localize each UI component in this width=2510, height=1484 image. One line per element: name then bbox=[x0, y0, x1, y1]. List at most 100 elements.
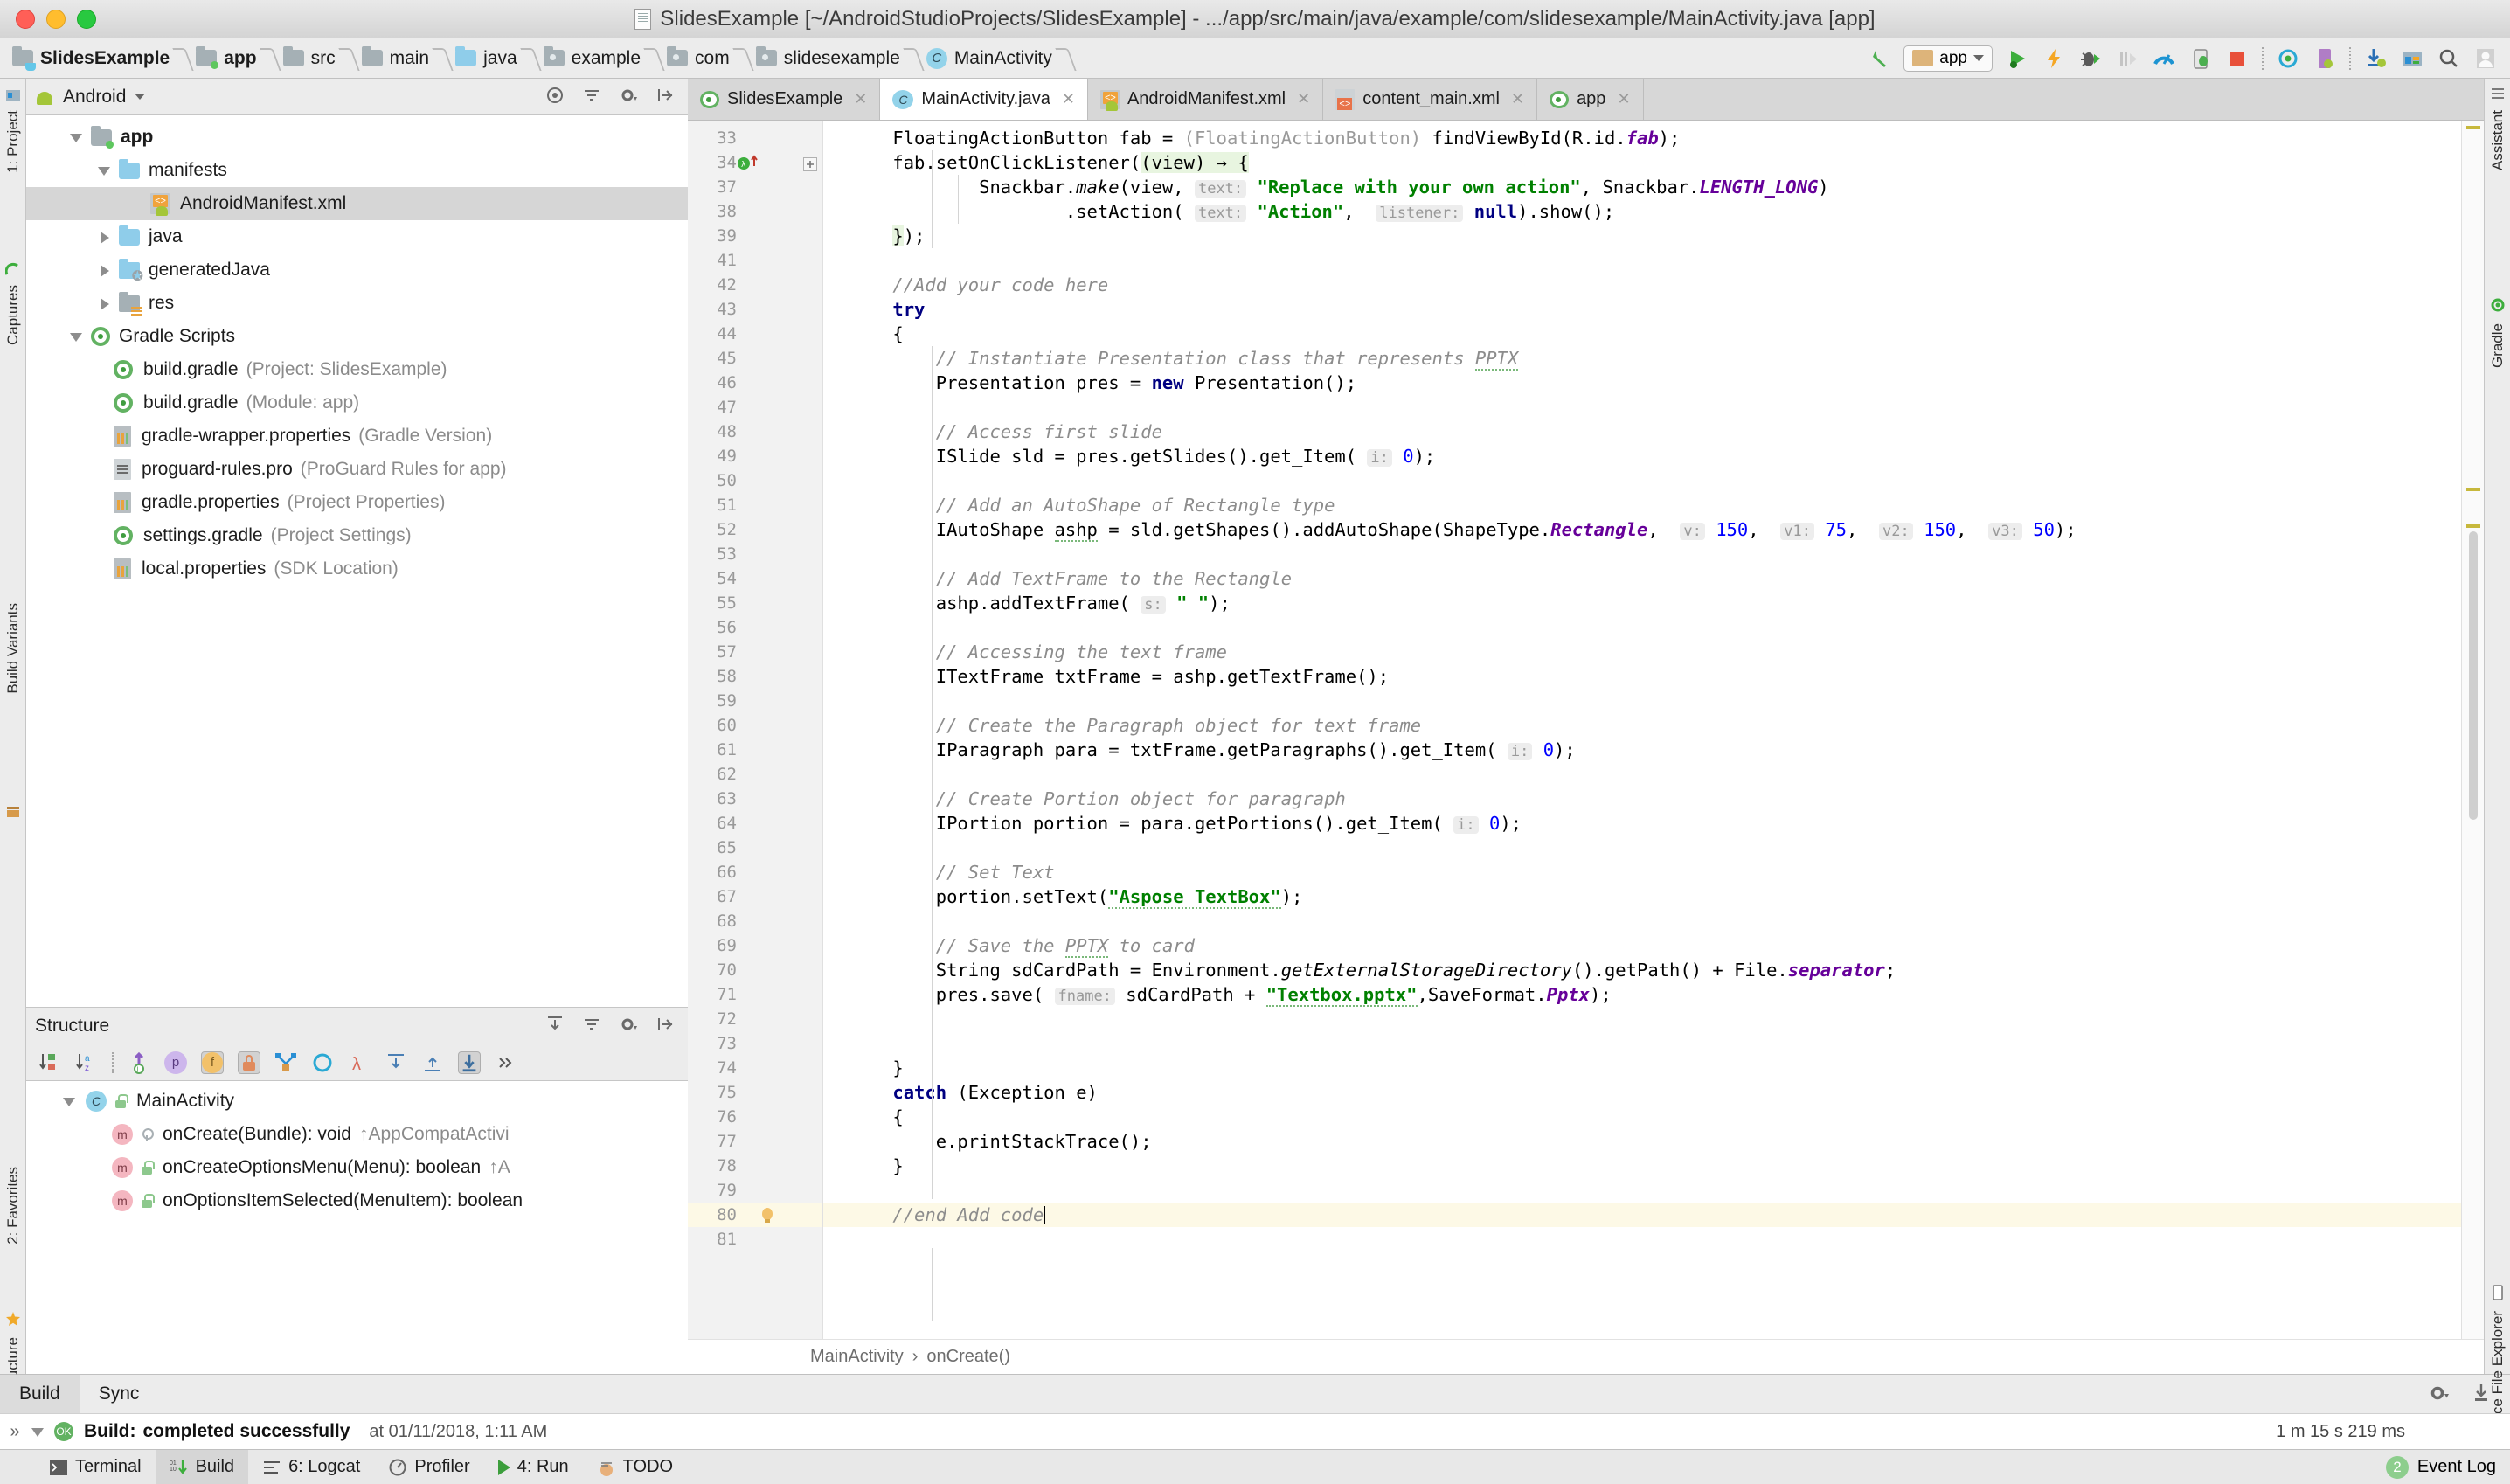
line-number[interactable]: 53 bbox=[688, 542, 822, 566]
code-fold-marker[interactable] bbox=[803, 157, 817, 171]
show-properties-icon[interactable]: p bbox=[164, 1051, 187, 1074]
code-content[interactable]: FloatingActionButton fab = (FloatingActi… bbox=[823, 121, 2461, 1339]
line-number[interactable]: 69 bbox=[688, 933, 822, 958]
code-line[interactable]: // Create the Paragraph object for text … bbox=[823, 713, 2461, 738]
more-icon[interactable] bbox=[495, 1051, 517, 1074]
run-icon[interactable] bbox=[2005, 46, 2029, 71]
chevron-down-icon[interactable] bbox=[135, 94, 146, 100]
expand-output-icon[interactable]: » bbox=[0, 1422, 30, 1442]
show-non-public-icon[interactable] bbox=[238, 1051, 260, 1074]
line-number[interactable]: 60 bbox=[688, 713, 822, 738]
hide-panel-icon[interactable] bbox=[2470, 1382, 2494, 1406]
code-line[interactable]: fab.setOnClickListener((view) → { bbox=[823, 150, 2461, 175]
profile-icon[interactable] bbox=[2152, 46, 2176, 71]
rail-label-project[interactable]: 1: Project bbox=[4, 110, 22, 173]
search-icon[interactable] bbox=[2437, 46, 2461, 71]
hide-panel-icon[interactable] bbox=[655, 1014, 679, 1038]
code-line[interactable] bbox=[823, 542, 2461, 566]
tab-androidmanifest-xml[interactable]: AndroidManifest.xml ✕ bbox=[1088, 79, 1324, 120]
breadcrumb-item-example[interactable]: example bbox=[543, 46, 641, 69]
editor-breadcrumb-method[interactable]: onCreate() bbox=[926, 1347, 1010, 1367]
code-line[interactable] bbox=[823, 395, 2461, 420]
line-number[interactable]: 43 bbox=[688, 297, 822, 322]
status-item-logcat[interactable]: 6: Logcat bbox=[248, 1450, 374, 1484]
chevron-down-icon[interactable] bbox=[61, 1093, 77, 1109]
tree-item-res[interactable]: res bbox=[26, 287, 688, 320]
rail-label-gradle[interactable]: Gradle bbox=[2489, 323, 2507, 368]
line-number[interactable]: 54 bbox=[688, 566, 822, 591]
line-number[interactable]: 39 bbox=[688, 224, 822, 248]
line-number[interactable]: 52 bbox=[688, 517, 822, 542]
line-number[interactable]: 71 bbox=[688, 982, 822, 1007]
warning-marker[interactable] bbox=[2466, 488, 2480, 491]
line-number[interactable]: 33 bbox=[688, 126, 822, 150]
tree-item-gradle-properties[interactable]: gradle.properties (Project Properties) bbox=[26, 486, 688, 519]
stop-icon[interactable] bbox=[2225, 46, 2250, 71]
line-number[interactable]: 72 bbox=[688, 1007, 822, 1031]
breadcrumb-item-java[interactable]: java bbox=[455, 46, 517, 69]
chevron-down-icon[interactable] bbox=[96, 163, 112, 178]
tree-item-gradle-scripts[interactable]: Gradle Scripts bbox=[26, 320, 688, 353]
error-stripe-marker-bar[interactable] bbox=[2461, 121, 2484, 1339]
breadcrumb-item-slidesexample-pkg[interactable]: slidesexample bbox=[755, 46, 900, 69]
line-number[interactable]: 41 bbox=[688, 248, 822, 273]
editor-scrollbar-thumb[interactable] bbox=[2469, 531, 2478, 820]
code-line[interactable]: catch (Exception e) bbox=[823, 1080, 2461, 1105]
structure-item-oncreateoptionsmenu[interactable]: m onCreateOptionsMenu(Menu): boolean ↑A bbox=[26, 1151, 688, 1184]
line-number[interactable]: 49 bbox=[688, 444, 822, 468]
chevron-down-icon[interactable] bbox=[68, 129, 84, 145]
event-log-label[interactable]: Event Log bbox=[2417, 1457, 2496, 1477]
line-number[interactable]: 56 bbox=[688, 615, 822, 640]
structure-item-oncreate[interactable]: m onCreate(Bundle): void ↑AppCompatActiv… bbox=[26, 1118, 688, 1151]
code-line[interactable] bbox=[823, 1031, 2461, 1056]
line-number[interactable]: 38 bbox=[688, 199, 822, 224]
code-line[interactable] bbox=[823, 248, 2461, 273]
line-number[interactable]: 55 bbox=[688, 591, 822, 615]
chevron-right-icon[interactable] bbox=[96, 295, 112, 311]
tab-content-main-xml[interactable]: <> content_main.xml ✕ bbox=[1323, 79, 1538, 120]
line-number[interactable]: 59 bbox=[688, 689, 822, 713]
code-line[interactable]: FloatingActionButton fab = (FloatingActi… bbox=[823, 126, 2461, 150]
line-number[interactable]: 42 bbox=[688, 273, 822, 297]
breadcrumb-item-src[interactable]: src bbox=[282, 46, 336, 69]
line-number[interactable]: 78 bbox=[688, 1154, 822, 1178]
build-tab-build[interactable]: Build bbox=[0, 1375, 80, 1413]
code-line[interactable]: e.printStackTrace(); bbox=[823, 1129, 2461, 1154]
settings-icon[interactable] bbox=[2428, 1382, 2452, 1406]
code-editor[interactable]: 33 34 λ 37 38 39 41 42 43 44 45 46 47 48 49 50 51 52 53 54 5… bbox=[688, 121, 2484, 1339]
settings-icon[interactable] bbox=[618, 85, 642, 109]
tree-item-androidmanifest[interactable]: AndroidManifest.xml bbox=[26, 187, 688, 220]
code-line[interactable]: // Save the PPTX to card bbox=[823, 933, 2461, 958]
code-line[interactable] bbox=[823, 468, 2461, 493]
code-line[interactable]: ITextFrame txtFrame = ashp.getTextFrame(… bbox=[823, 664, 2461, 689]
line-number[interactable]: 51 bbox=[688, 493, 822, 517]
tab-mainactivity-java[interactable]: C MainActivity.java ✕ bbox=[880, 79, 1088, 120]
line-number[interactable]: 61 bbox=[688, 738, 822, 762]
chevron-right-icon[interactable] bbox=[96, 229, 112, 245]
line-number[interactable]: 62 bbox=[688, 762, 822, 787]
code-line[interactable]: // Set Text bbox=[823, 860, 2461, 884]
close-icon[interactable]: ✕ bbox=[1297, 90, 1310, 108]
build-tab-sync[interactable]: Sync bbox=[80, 1375, 159, 1413]
code-line[interactable] bbox=[823, 689, 2461, 713]
settings-icon[interactable] bbox=[618, 1014, 642, 1038]
code-line[interactable]: try bbox=[823, 297, 2461, 322]
warning-marker[interactable] bbox=[2466, 126, 2480, 129]
target-icon[interactable] bbox=[544, 85, 569, 109]
line-number-gutter[interactable]: 33 34 λ 37 38 39 41 42 43 44 45 46 47 48 49 50 51 52 53 54 5… bbox=[688, 121, 823, 1339]
code-line[interactable]: String sdCardPath = Environment.getExter… bbox=[823, 958, 2461, 982]
line-number[interactable]: 34 λ bbox=[688, 150, 822, 175]
code-line[interactable] bbox=[823, 909, 2461, 933]
chevron-down-icon[interactable] bbox=[68, 329, 84, 344]
close-icon[interactable]: ✕ bbox=[1511, 90, 1524, 108]
project-structure-icon[interactable] bbox=[2400, 46, 2424, 71]
code-line[interactable]: // Create Portion object for paragraph bbox=[823, 787, 2461, 811]
line-number[interactable]: 65 bbox=[688, 836, 822, 860]
sort-by-visibility-icon[interactable] bbox=[38, 1051, 61, 1074]
code-line[interactable]: //end Add code bbox=[823, 1203, 2461, 1227]
chevron-down-icon[interactable] bbox=[30, 1424, 45, 1439]
close-icon[interactable]: ✕ bbox=[854, 90, 867, 108]
avd-manager-icon[interactable] bbox=[2312, 46, 2337, 71]
code-line[interactable]: } bbox=[823, 1056, 2461, 1080]
rail-label-captures[interactable]: Captures bbox=[4, 285, 22, 345]
